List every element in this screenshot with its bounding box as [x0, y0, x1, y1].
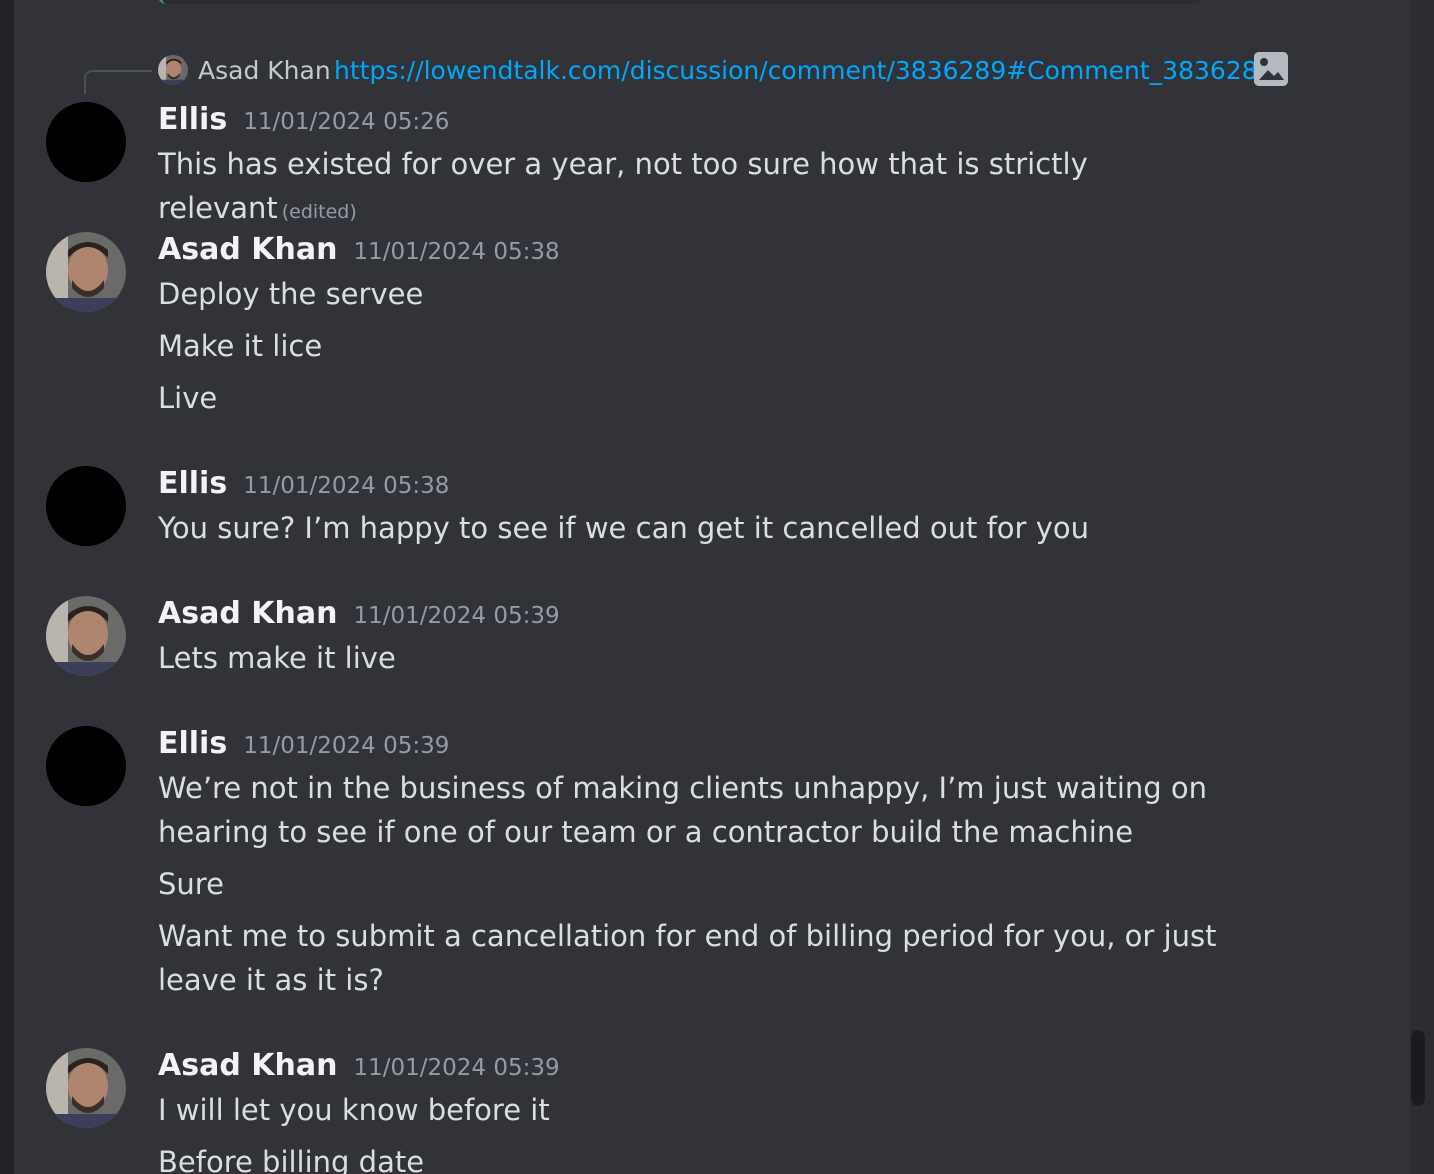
username[interactable]: Asad Khan	[158, 596, 337, 631]
message-header: Ellis 11/01/2024 05:38	[158, 466, 449, 501]
username[interactable]: Asad Khan	[158, 232, 337, 267]
avatar-photo-icon	[158, 55, 188, 85]
message-header: Asad Khan 11/01/2024 05:38	[158, 232, 560, 267]
timestamp[interactable]: 11/01/2024 05:39	[353, 603, 559, 629]
timestamp[interactable]: 11/01/2024 05:26	[243, 109, 449, 135]
message-line: I will let you know before it	[158, 1093, 550, 1127]
username[interactable]: Asad Khan	[158, 1048, 337, 1083]
avatar[interactable]	[46, 102, 126, 182]
chat-message-list[interactable]: Asad Khan https://lowendtalk.com/discuss…	[14, 0, 1410, 1174]
edited-label: (edited)	[281, 201, 357, 223]
message-line: Deploy the servee	[158, 277, 424, 311]
image-icon[interactable]	[1254, 52, 1288, 86]
message-line: Want me to submit a cancellation for end…	[158, 919, 1217, 997]
username[interactable]: Ellis	[158, 102, 227, 137]
message-line: Lets make it live	[158, 641, 396, 675]
message-line: Sure	[158, 867, 224, 901]
scrollbar-track[interactable]	[1410, 0, 1434, 1174]
timestamp[interactable]: 11/01/2024 05:39	[243, 733, 449, 759]
reply-spine	[84, 70, 152, 94]
message-header: Asad Khan 11/01/2024 05:39	[158, 1048, 560, 1083]
avatar[interactable]	[46, 1048, 126, 1128]
message-line: Make it lice	[158, 329, 323, 363]
reply-link[interactable]: https://lowendtalk.com/discussion/commen…	[334, 56, 1274, 85]
avatar-photo-icon	[46, 1048, 126, 1128]
message-line: You sure? I’m happy to see if we can get…	[158, 511, 1089, 545]
timestamp[interactable]: 11/01/2024 05:38	[243, 473, 449, 499]
message-line: Before billing date	[158, 1145, 425, 1174]
avatar-photo-icon	[46, 596, 126, 676]
message-header: Asad Khan 11/01/2024 05:39	[158, 596, 560, 631]
reply-author-name[interactable]: Asad Khan	[198, 56, 331, 85]
avatar[interactable]	[46, 726, 126, 806]
message-line: We’re not in the business of making clie…	[158, 771, 1207, 849]
avatar[interactable]	[46, 596, 126, 676]
message-line: Live	[158, 381, 218, 415]
reply-avatar[interactable]	[158, 55, 188, 85]
image-glyph-icon	[1254, 52, 1288, 86]
scrollbar-thumb[interactable]	[1411, 1030, 1425, 1106]
avatar[interactable]	[46, 232, 126, 312]
avatar[interactable]	[46, 466, 126, 546]
message-header: Ellis 11/01/2024 05:26	[158, 102, 449, 137]
username[interactable]: Ellis	[158, 466, 227, 501]
message-header: Ellis 11/01/2024 05:39	[158, 726, 449, 761]
timestamp[interactable]: 11/01/2024 05:38	[353, 239, 559, 265]
timestamp[interactable]: 11/01/2024 05:39	[353, 1055, 559, 1081]
avatar-photo-icon	[46, 232, 126, 312]
previous-embed-bottom	[158, 0, 1202, 4]
username[interactable]: Ellis	[158, 726, 227, 761]
message-text: This has existed for over a year, not to…	[158, 142, 1288, 234]
